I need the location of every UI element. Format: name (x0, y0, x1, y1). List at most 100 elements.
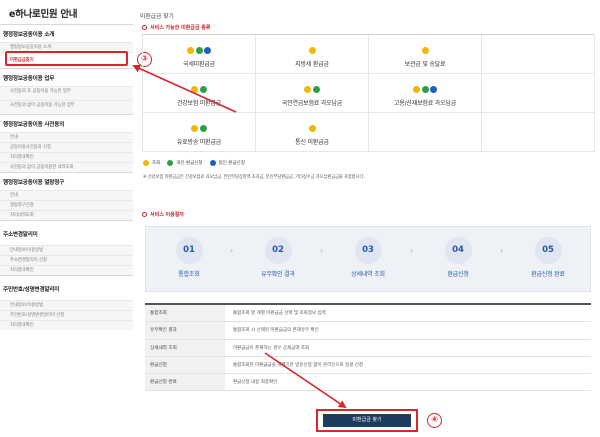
service-cell[interactable]: 유료방송 미환급금 (143, 113, 256, 152)
sidebar-item[interactable]: 안내정보/이용방법 (0, 245, 133, 255)
service-type-dot (312, 86, 320, 93)
sidebar-group-head[interactable]: 행정정보공동이용 소개 (0, 25, 133, 42)
table-key: 환급신청 완료 (145, 374, 225, 391)
service-cell (482, 113, 595, 152)
sidebar-item[interactable]: 처리내역조회 (0, 210, 133, 220)
legend-label: 법인 환급신청 (218, 161, 245, 166)
note-text: ※ 건강보험 미환급금은 건강보험료 과오납금, 본인부담상한액 초과금, 본인… (143, 175, 365, 180)
procedure-step: 02 유무확인 결과 (248, 237, 308, 278)
service-label: 지방세 환급금 (295, 61, 329, 68)
service-label: 통신 미환급금 (295, 139, 329, 146)
service-cell (369, 113, 482, 152)
procedure-section-title: 서비스 이용절차 (142, 211, 184, 218)
legend-dot (167, 160, 174, 166)
legend: 조회 개인 환급신청 법인 환급신청 (143, 160, 245, 166)
sidebar-item[interactable]: 사전동의 없이 공동이용 가능한 업무 (0, 100, 133, 114)
services-grid: 국세미환급금 지방세 환급금 보관금 및 송달료 건강보험 미환급금 국민연금보… (142, 34, 595, 152)
step-number: 02 (264, 237, 292, 264)
table-row: 상세내역 조회 미환급금이 존재하는 경우 상세금액 조회 (145, 339, 591, 357)
bullet-icon (142, 25, 147, 30)
table-key: 통합조회 (145, 305, 225, 322)
service-cell[interactable]: 건강보험 미환급금 (143, 74, 256, 113)
legend-label: 조회 (152, 161, 161, 166)
sidebar-item[interactable]: 안내정보/이용방법 (0, 300, 133, 310)
table-value: 통합조회 시 선택된 미환급금의 존재유무 확인 (233, 328, 319, 334)
sidebar-group-head[interactable]: 행정정보공동이용 사전동의 (0, 115, 133, 132)
service-cell[interactable]: 고용/산재보험료 과오납금 (369, 74, 482, 113)
legend-item: 조회 (143, 160, 160, 166)
sidebar-item[interactable]: 사전동의 없이 공동이용한 내역조회 (0, 162, 133, 172)
service-cell[interactable]: 보관금 및 송달료 (369, 35, 482, 74)
sidebar-item[interactable]: 안내 (0, 190, 133, 200)
service-dots (256, 47, 368, 54)
service-type-dot (191, 125, 199, 132)
step-number: 05 (534, 237, 562, 264)
highlight-box-sidebar (5, 51, 128, 66)
table-key: 상세내역 조회 (145, 339, 225, 356)
procedure-step: 04 환급신청 (428, 237, 488, 278)
service-label: 보관금 및 송달료 (404, 61, 446, 68)
sidebar-group-view-request: 행정정보공동이용 열람청구 안내 열람청구신청 처리내역조회 (0, 172, 133, 220)
table-row: 유무확인 결과 통합조회 시 선택된 미환급금의 존재유무 확인 (145, 322, 591, 340)
table-value: 환급신청 내용 최종확인 (233, 380, 278, 386)
service-dots (143, 47, 255, 54)
service-label: 건강보험 미환급금 (176, 100, 222, 107)
service-cell[interactable] (482, 35, 595, 74)
sidebar-item[interactable]: 열람청구신청 (0, 200, 133, 210)
chevron-right-icon: › (500, 246, 504, 255)
sidebar-item[interactable]: 주민번호/성명변경알리미 신청 (0, 310, 133, 320)
sidebar-group-head[interactable]: 주민번호/성명변경알리미 (0, 276, 133, 300)
service-dots (369, 86, 481, 93)
procedure-steps: 01 통합조회 › 02 유무확인 결과 › 03 상세내역 조회 › 04 환… (145, 226, 591, 292)
service-cell[interactable] (482, 74, 595, 113)
procedure-step: 01 통합조회 (159, 237, 219, 278)
sidebar-group-address-alert: 주소변경알리미 안내정보/이용방법 주소변경알리미 신청 처리결과확인 (0, 220, 133, 275)
legend-item: 개인 환급신청 (167, 160, 203, 166)
chevron-right-icon: › (410, 246, 414, 255)
service-type-dot (421, 47, 429, 54)
sidebar-group-head[interactable]: 행정정보공동이용 업무 (0, 69, 133, 86)
service-dots (143, 125, 255, 132)
service-cell[interactable]: 통신 미환급금 (256, 113, 369, 152)
sidebar-item[interactable]: 사전동의 후 공동이용 가능한 업무 (0, 86, 133, 100)
service-type-dot (199, 86, 207, 93)
services-section-title: 서비스 가능한 미환급금 종류 (142, 24, 210, 31)
service-type-dot (187, 47, 194, 54)
step-marker-4: ④ (427, 413, 442, 428)
table-row: 통합조회 통합조회 할 개별 미환급금 선택 및 조회정보 입력 (145, 305, 591, 323)
service-type-dot (421, 86, 429, 93)
service-dots (256, 86, 368, 93)
main-content: 미환급금 찾기 서비스 가능한 미환급금 종류 국세미환급금 지방세 환급금 보… (140, 0, 596, 437)
sidebar-item[interactable]: 안내 (0, 132, 133, 142)
step-label: 환급신청 (447, 271, 469, 278)
service-cell[interactable]: 국민연금보험료 과오납금 (256, 74, 369, 113)
sidebar-item[interactable]: 처리결과확인 (0, 265, 133, 275)
legend-dot (209, 160, 216, 166)
table-value: 미환급금이 존재하는 경우 상세금액 조회 (233, 345, 310, 351)
bullet-icon (142, 212, 147, 217)
sidebar-group-head[interactable]: 행정정보공동이용 열람청구 (0, 173, 133, 190)
chevron-right-icon: › (320, 246, 324, 255)
service-cell[interactable]: 국세미환급금 (143, 35, 256, 74)
services-section-label: 서비스 가능한 미환급금 종류 (150, 25, 211, 31)
table-row: 환급신청 통합조회된 미환급금을 개별기관 방문신청 없이 온라인으로 일괄 신… (145, 356, 591, 375)
sidebar-group-consent: 행정정보공동이용 사전동의 안내 공동이용사전동의 신청 처리결과확인 사전동의… (0, 114, 133, 172)
step-number: 01 (175, 237, 203, 264)
chevron-right-icon: › (230, 246, 234, 255)
service-type-dot (304, 86, 312, 93)
service-dots (256, 125, 368, 132)
sidebar-item[interactable]: 처리결과확인 (0, 152, 133, 162)
sidebar-item[interactable]: 주소변경알리미 신청 (0, 255, 133, 265)
service-label: 국세미환급금 (183, 61, 215, 68)
sidebar-item[interactable]: 처리결과확인 (0, 320, 133, 330)
table-value: 통합조회 할 개별 미환급금 선택 및 조회정보 입력 (233, 311, 326, 317)
find-refund-button[interactable]: 미환급금 찾기 (323, 414, 411, 427)
service-cell[interactable]: 지방세 환급금 (256, 35, 369, 74)
step-label: 유무확인 결과 (261, 271, 295, 278)
legend-item: 법인 환급신청 (209, 160, 245, 166)
service-type-dot (430, 86, 437, 93)
sidebar-item[interactable]: 공동이용사전동의 신청 (0, 142, 133, 152)
legend-label: 개인 환급신청 (176, 161, 203, 166)
service-type-dot (195, 47, 203, 54)
sidebar-group-head[interactable]: 주소변경알리미 (0, 221, 133, 245)
